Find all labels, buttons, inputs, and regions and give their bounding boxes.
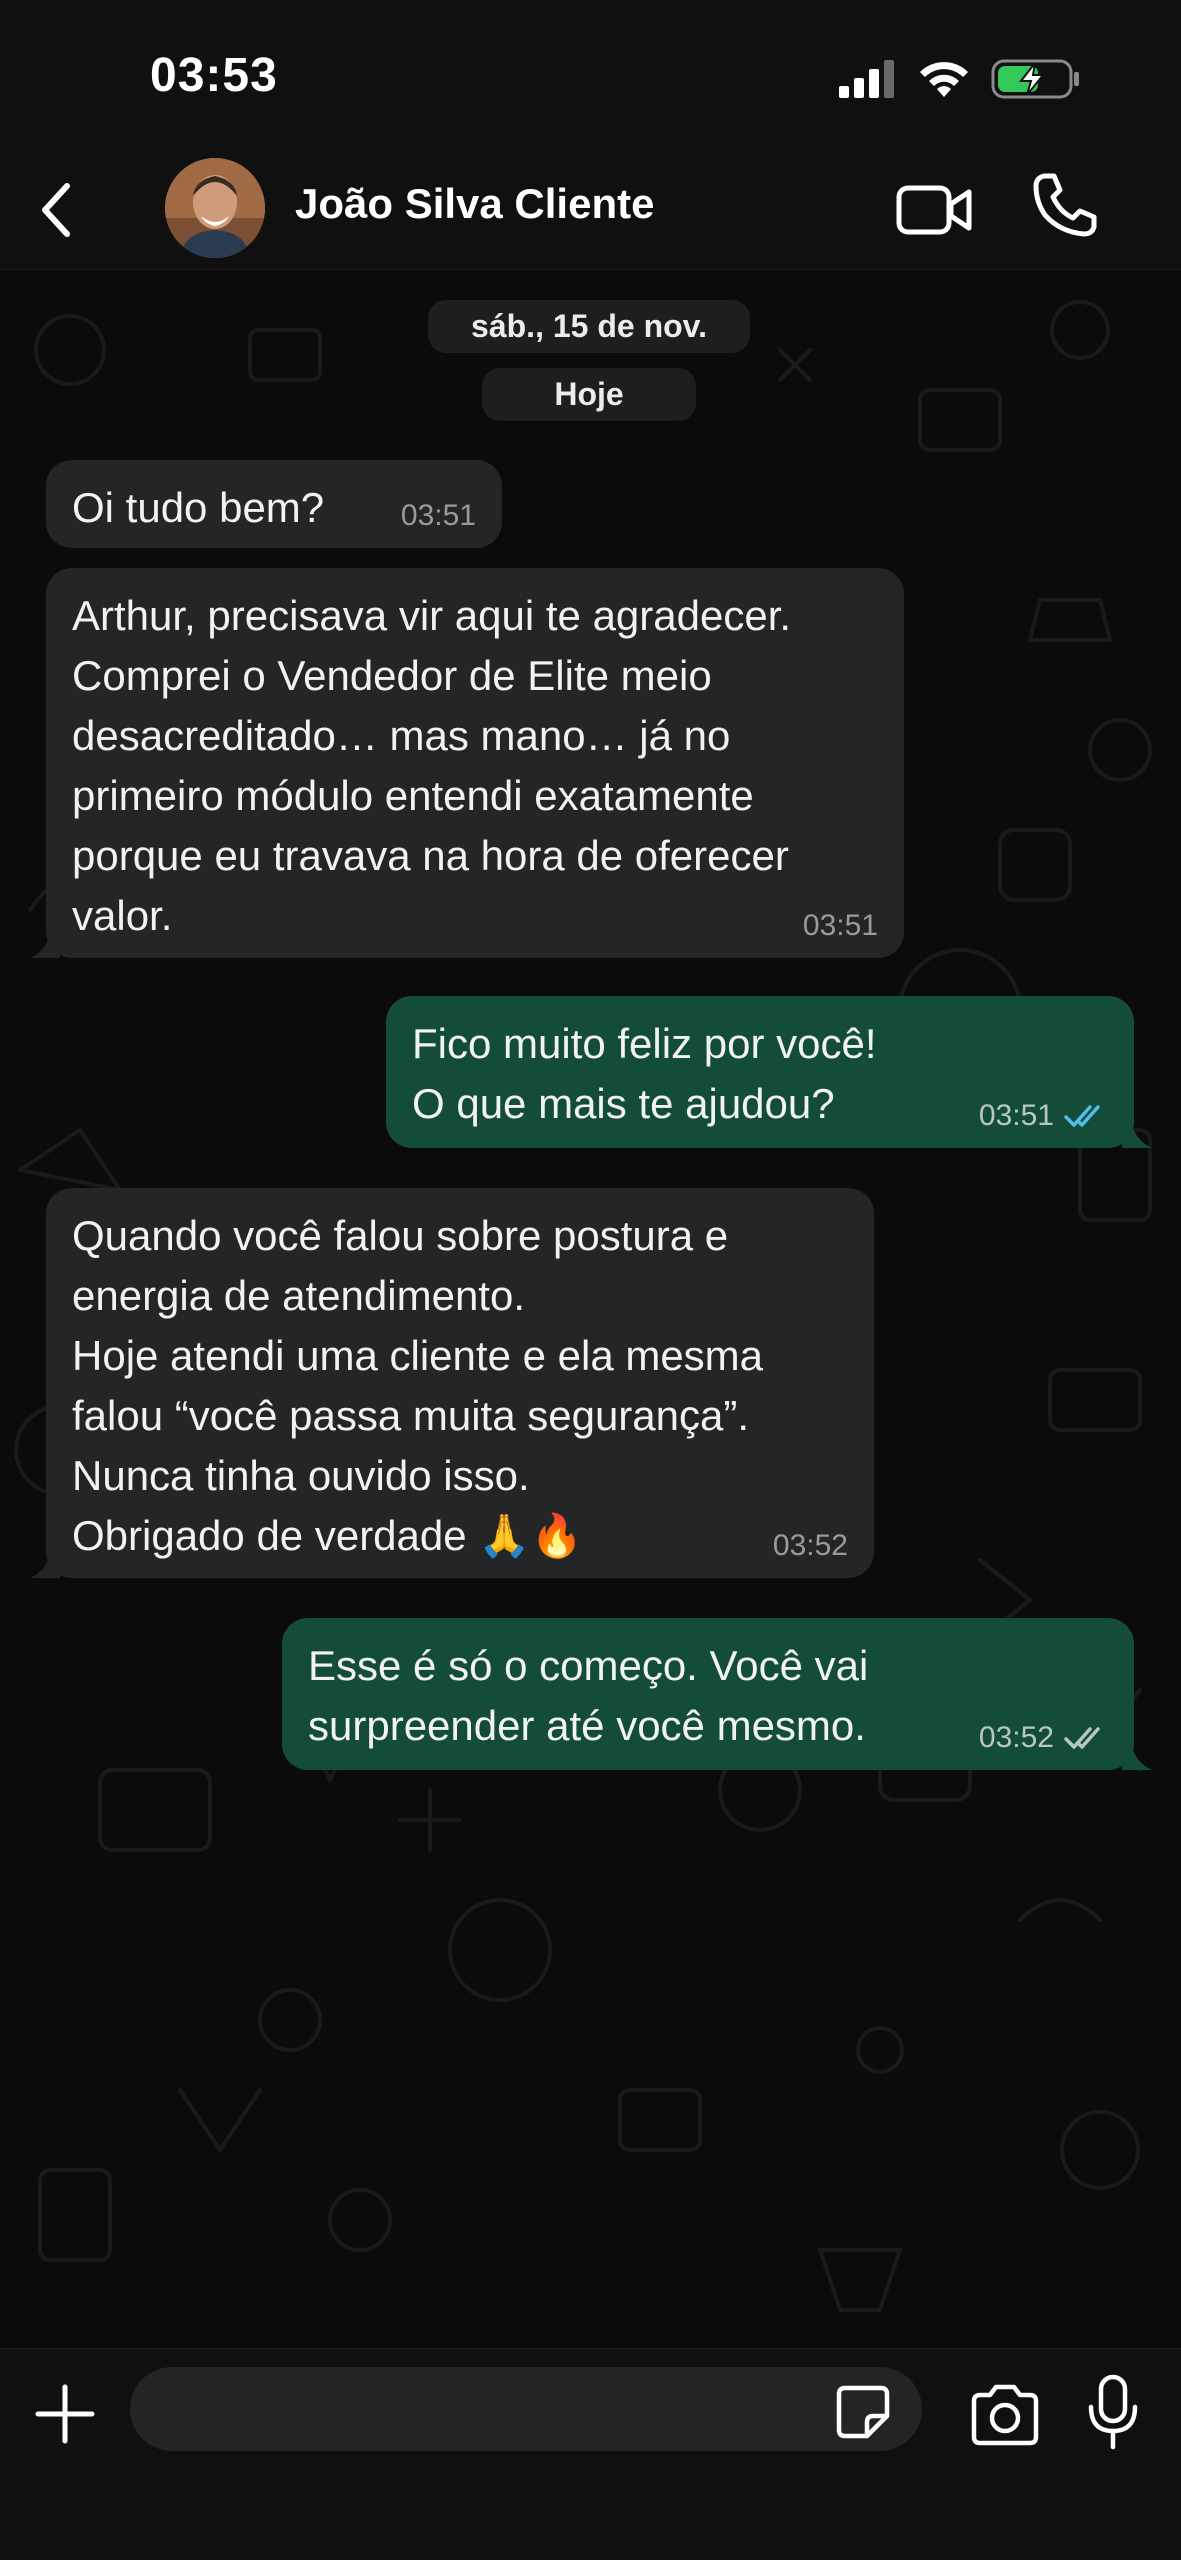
message-bubble-incoming[interactable]: Quando você falou sobre postura e energi… [46,1188,874,1578]
chat-area[interactable]: sáb., 15 de nov. Hoje Oi tudo bem? 03:51… [0,270,1181,2348]
message-meta: 03:52 [773,1528,848,1564]
message-meta: 03:51 [401,498,476,534]
voice-call-button[interactable] [1030,170,1100,240]
message-time: 03:52 [772,1529,848,1562]
video-call-button[interactable] [895,178,975,242]
double-check-read-icon [1064,1105,1100,1127]
sticker-button[interactable] [835,2384,891,2440]
chevron-left-icon [42,183,70,237]
message-text: Arthur, precisava vir aqui te agradecer.… [72,592,792,939]
status-icons [839,56,1081,106]
date-separator: sáb., 15 de nov. [428,300,750,353]
microphone-button[interactable] [1083,2373,1143,2453]
message-meta: 03:51 [803,908,878,944]
camera-button[interactable] [968,2379,1042,2449]
message-time: 03:51 [400,499,476,532]
today-separator: Hoje [482,368,696,421]
attach-button[interactable] [30,2379,100,2449]
message-meta: 03:52 [979,1720,1108,1756]
message-bubble-incoming[interactable]: Oi tudo bem? 03:51 [46,460,502,548]
message-bubble-outgoing[interactable]: Esse é só o começo. Você vai surpreender… [282,1618,1134,1770]
bubble-tail [1122,1118,1152,1148]
message-time: 03:51 [978,1099,1054,1132]
message-time: 03:51 [802,909,878,942]
plus-icon [35,2384,95,2444]
message-bubble-incoming[interactable]: Arthur, precisava vir aqui te agradecer.… [46,568,904,958]
bubble-tail [30,1548,60,1578]
wifi-icon [917,59,971,104]
video-call-icon [896,185,972,235]
status-bar: 03:53 [0,0,1181,150]
status-time: 03:53 [150,49,278,102]
battery-charging-icon [991,57,1081,106]
message-text: Quando você falou sobre postura e energi… [72,1212,764,1559]
bubble-tail [1122,1740,1152,1770]
signal-icon [839,59,897,103]
message-time: 03:52 [978,1721,1054,1754]
double-check-delivered-icon [1064,1727,1100,1749]
chat-screen: 03:53 João Silva Cliente sáb., 15 de nov… [0,0,1181,2560]
contact-name[interactable]: João Silva Cliente [295,180,654,228]
sticker-icon [836,2385,890,2439]
message-input[interactable] [130,2367,922,2451]
camera-icon [971,2384,1039,2446]
bubble-tail [30,928,60,958]
phone-call-icon [1033,173,1097,237]
input-bar [0,2348,1181,2560]
chat-header: João Silva Cliente [0,150,1181,270]
microphone-icon [1088,2374,1138,2450]
message-bubble-outgoing[interactable]: Fico muito feliz por você! O que mais te… [386,996,1134,1148]
back-button[interactable] [22,175,92,245]
message-meta: 03:51 [979,1098,1108,1134]
avatar[interactable] [165,158,265,258]
